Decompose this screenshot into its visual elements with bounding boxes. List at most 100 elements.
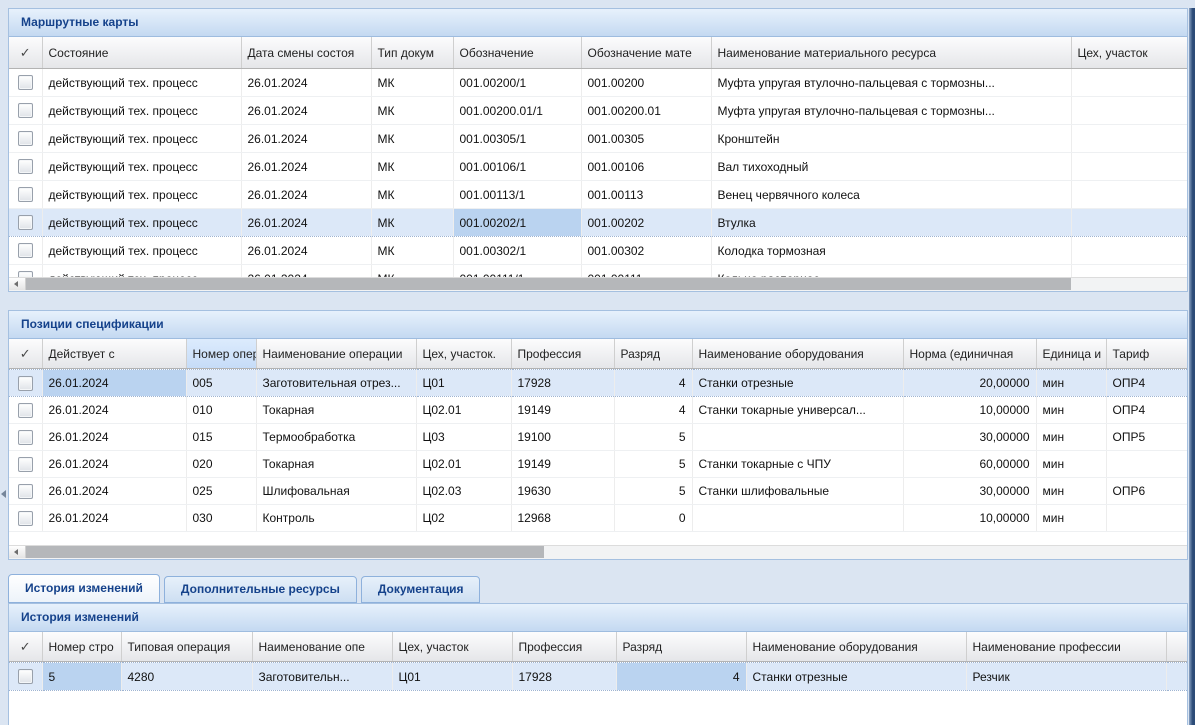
cell-grade[interactable]: 4 — [614, 370, 692, 397]
column-header[interactable]: Наименование опе — [252, 632, 392, 662]
cell-unit[interactable]: мин — [1036, 424, 1106, 451]
cell-equipment[interactable]: Станки токарные универсал... — [692, 397, 903, 424]
cell-unit[interactable]: мин — [1036, 370, 1106, 397]
column-header[interactable]: Профессия — [511, 339, 614, 369]
cell-material_name[interactable]: Вал тихоходный — [711, 153, 1071, 181]
cell-material_code[interactable]: 001.00106 — [581, 153, 711, 181]
row-checkbox[interactable] — [18, 103, 33, 118]
cell-workshop[interactable] — [1071, 153, 1187, 181]
cell-date[interactable]: 26.01.2024 — [241, 97, 371, 125]
cell-profession[interactable]: 19630 — [511, 478, 614, 505]
cell-norm[interactable]: 30,00000 — [903, 478, 1036, 505]
row-checkbox[interactable] — [18, 159, 33, 174]
cell-tariff[interactable] — [1106, 505, 1187, 532]
column-header[interactable]: Номер стро — [42, 632, 121, 662]
cell-workshop[interactable] — [1071, 97, 1187, 125]
cell-grade[interactable]: 5 — [614, 424, 692, 451]
cell-tariff[interactable]: ОПР4 — [1106, 370, 1187, 397]
cell-unit[interactable]: мин — [1036, 397, 1106, 424]
cell-line_no[interactable]: 5 — [42, 663, 121, 691]
cell-unit[interactable]: мин — [1036, 505, 1106, 532]
cell-state[interactable]: действующий тех. процесс — [42, 153, 241, 181]
tab-documentation[interactable]: Документация — [361, 576, 481, 603]
cell-state[interactable]: действующий тех. процесс — [42, 97, 241, 125]
cell-workshop[interactable]: Ц02 — [416, 505, 511, 532]
cell-doc_type[interactable]: МК — [371, 69, 453, 97]
column-header[interactable]: Цех, участок — [392, 632, 512, 662]
table-row[interactable]: 26.01.2024010ТокарнаяЦ02.01191494Станки … — [9, 397, 1187, 424]
cell-material_name[interactable]: Колодка тормозная — [711, 237, 1071, 265]
column-header[interactable]: Обозначение мате — [581, 37, 711, 69]
cell-doc_type[interactable]: МК — [371, 209, 453, 237]
select-all-check-icon[interactable]: ✓ — [9, 632, 42, 662]
cell-workshop[interactable] — [1071, 209, 1187, 237]
column-header[interactable]: Разряд — [616, 632, 746, 662]
cell-op_no[interactable]: 005 — [186, 370, 256, 397]
table-row[interactable]: действующий тех. процесс26.01.2024МК001.… — [9, 69, 1187, 97]
cell-norm[interactable]: 10,00000 — [903, 505, 1036, 532]
row-checkbox[interactable] — [18, 243, 33, 258]
cell-date[interactable]: 26.01.2024 — [241, 209, 371, 237]
cell-op_name[interactable]: Заготовительн... — [252, 663, 392, 691]
cell-equipment[interactable]: Станки токарные с ЧПУ — [692, 451, 903, 478]
cell-material_code[interactable]: 001.00305 — [581, 125, 711, 153]
column-header[interactable]: Наименование материального ресурса — [711, 37, 1071, 69]
cell-equipment[interactable]: Станки отрезные — [746, 663, 966, 691]
row-checkbox[interactable] — [18, 669, 33, 684]
cell-grade[interactable]: 5 — [614, 451, 692, 478]
cell-material_code[interactable]: 001.00302 — [581, 237, 711, 265]
cell-op_no[interactable]: 010 — [186, 397, 256, 424]
cell-equipment[interactable] — [692, 505, 903, 532]
column-header[interactable]: Наименование профессии — [966, 632, 1166, 662]
cell-designation[interactable]: 001.00113/1 — [453, 181, 581, 209]
cell-norm[interactable]: 60,00000 — [903, 451, 1036, 478]
cell-grade[interactable]: 5 — [614, 478, 692, 505]
cell-doc_type[interactable]: МК — [371, 125, 453, 153]
column-header[interactable]: Профессия — [512, 632, 616, 662]
cell-state[interactable]: действующий тех. процесс — [42, 181, 241, 209]
collapse-left-arrow-icon[interactable] — [1, 490, 6, 498]
row-checkbox[interactable] — [18, 215, 33, 230]
column-header[interactable]: Тариф — [1106, 339, 1187, 369]
cell-valid_from[interactable]: 26.01.2024 — [42, 424, 186, 451]
scroll-left-arrow-icon[interactable] — [9, 278, 26, 290]
cell-state[interactable]: действующий тех. процесс — [42, 69, 241, 97]
select-all-check-icon[interactable]: ✓ — [9, 37, 42, 69]
table-row[interactable]: действующий тех. процесс26.01.2024МК001.… — [9, 209, 1187, 237]
tab-history[interactable]: История изменений — [8, 574, 160, 603]
cell-op_name[interactable]: Заготовительная отрез... — [256, 370, 416, 397]
cell-date[interactable]: 26.01.2024 — [241, 237, 371, 265]
cell-profession[interactable]: 17928 — [512, 663, 616, 691]
row-checkbox[interactable] — [18, 75, 33, 90]
cell-state[interactable]: действующий тех. процесс — [42, 125, 241, 153]
cell-material_name[interactable]: Венец червячного колеса — [711, 181, 1071, 209]
cell-typical_op[interactable]: 4280 — [121, 663, 252, 691]
cell-profession[interactable]: 19100 — [511, 424, 614, 451]
column-header[interactable]: Дата смены состоя — [241, 37, 371, 69]
cell-date[interactable]: 26.01.2024 — [241, 181, 371, 209]
cell-designation[interactable]: 001.00200.01/1 — [453, 97, 581, 125]
row-checkbox[interactable] — [18, 376, 33, 391]
cell-op_no[interactable]: 030 — [186, 505, 256, 532]
cell-doc_type[interactable]: МК — [371, 181, 453, 209]
cell-op_no[interactable]: 015 — [186, 424, 256, 451]
cell-tariff[interactable]: ОПР4 — [1106, 397, 1187, 424]
column-header[interactable]: Наименование оборудования — [746, 632, 966, 662]
cell-workshop[interactable] — [1071, 69, 1187, 97]
cell-op_name[interactable]: Токарная — [256, 397, 416, 424]
cell-equipment[interactable]: Станки шлифовальные — [692, 478, 903, 505]
scroll-thumb[interactable] — [26, 278, 1071, 290]
cell-material_code[interactable]: 001.00202 — [581, 209, 711, 237]
column-header[interactable]: Обозначение — [453, 37, 581, 69]
cell-empty[interactable] — [1166, 663, 1187, 691]
cell-workshop[interactable] — [1071, 237, 1187, 265]
cell-date[interactable]: 26.01.2024 — [241, 153, 371, 181]
cell-valid_from[interactable]: 26.01.2024 — [42, 505, 186, 532]
table-row[interactable]: 54280Заготовительн...Ц01179284Станки отр… — [9, 663, 1187, 691]
column-header[interactable]: Цех, участок. — [416, 339, 511, 369]
column-header[interactable]: Состояние — [42, 37, 241, 69]
cell-material_code[interactable]: 001.00113 — [581, 181, 711, 209]
cell-material_code[interactable]: 001.00200.01 — [581, 97, 711, 125]
cell-date[interactable]: 26.01.2024 — [241, 125, 371, 153]
column-header[interactable]: Номер опера — [186, 339, 256, 369]
